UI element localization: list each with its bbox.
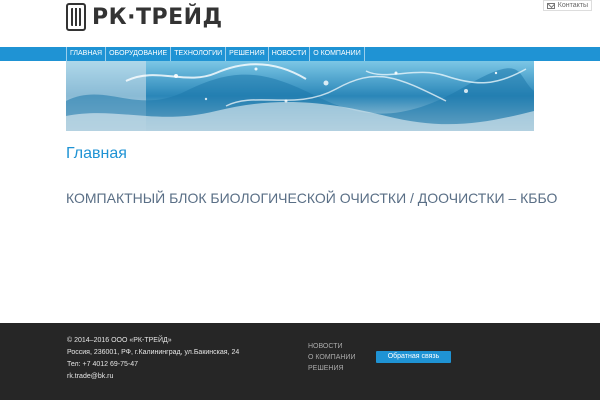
footer-company-info: © 2014–2016 ООО «РК-ТРЕЙД» Россия, 23600… <box>67 335 239 383</box>
envelope-icon <box>546 2 555 9</box>
nav-item-technologies[interactable]: ТЕХНОЛОГИИ <box>171 47 227 61</box>
contacts-label: Контакты <box>557 2 588 9</box>
footer: © 2014–2016 ООО «РК-ТРЕЙД» Россия, 23600… <box>0 323 600 400</box>
nav-item-solutions[interactable]: РЕШЕНИЯ <box>226 47 269 61</box>
nav-item-about[interactable]: О КОМПАНИИ <box>310 47 365 61</box>
footer-phone: Тел: +7 4012 69-75-47 <box>67 361 138 368</box>
page-subtitle: КОМПАКТНЫЙ БЛОК БИОЛОГИЧЕСКОЙ ОЧИСТКИ / … <box>66 190 558 206</box>
footer-email[interactable]: rk.trade@bk.ru <box>67 371 239 383</box>
footer-copyright: © 2014–2016 ООО «РК-ТРЕЙД» <box>67 337 172 344</box>
footer-address: Россия, 236001, РФ, г.Калининград, ул.Ба… <box>67 349 240 356</box>
header: РК·ТРЕЙД Контакты <box>0 0 600 47</box>
nav-item-home[interactable]: ГЛАВНАЯ <box>66 47 107 61</box>
footer-link-solutions[interactable]: РЕШЕНИЯ <box>308 363 355 374</box>
main-nav: ГЛАВНАЯ ОБОРУДОВАНИЕ ТЕХНОЛОГИИ РЕШЕНИЯ … <box>66 47 365 61</box>
logo[interactable]: РК·ТРЕЙД <box>66 2 223 32</box>
footer-link-about[interactable]: О КОМПАНИИ <box>308 352 355 363</box>
feedback-button[interactable]: Обратная связь <box>376 351 451 363</box>
main-nav-bar: ГЛАВНАЯ ОБОРУДОВАНИЕ ТЕХНОЛОГИИ РЕШЕНИЯ … <box>0 47 600 61</box>
logo-text: РК·ТРЕЙД <box>92 4 223 30</box>
footer-links: НОВОСТИ О КОМПАНИИ РЕШЕНИЯ <box>308 341 355 374</box>
footer-link-news[interactable]: НОВОСТИ <box>308 341 355 352</box>
water-banner-image <box>66 61 534 131</box>
contacts-link[interactable]: Контакты <box>542 0 592 11</box>
nav-item-equipment[interactable]: ОБОРУДОВАНИЕ <box>106 47 172 61</box>
nav-item-news[interactable]: НОВОСТИ <box>269 47 311 61</box>
page-title: Главная <box>66 145 127 162</box>
water-splash-graphic <box>66 61 534 131</box>
logo-mark-icon <box>66 3 86 31</box>
